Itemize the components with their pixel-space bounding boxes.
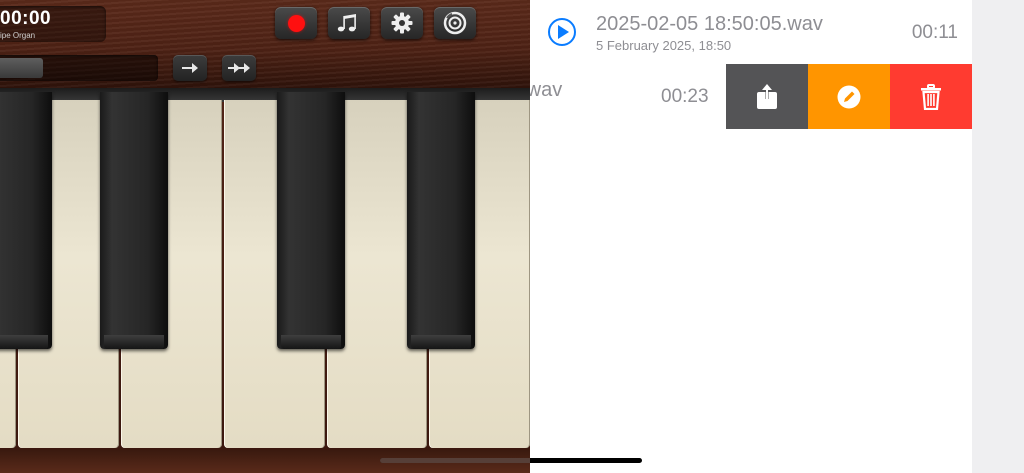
playback-progress-fill	[0, 58, 43, 78]
time-display: 00:00	[0, 8, 52, 29]
fast-forward-button[interactable]	[222, 55, 256, 81]
trash-icon	[921, 83, 941, 110]
recordings-panel: 2025-02-05 18:50:05.wav 5 February 2025,…	[530, 0, 972, 473]
rename-button[interactable]	[808, 64, 890, 129]
black-key[interactable]	[0, 92, 52, 349]
notes-button[interactable]	[328, 7, 370, 39]
recording-duration: 00:11	[911, 22, 958, 43]
instrument-label: ipe Organ	[0, 31, 36, 40]
recording-file-name: 2025-02-05 18:50:05.wav	[596, 13, 823, 35]
share-button[interactable]	[726, 64, 808, 129]
play-button[interactable]	[548, 18, 576, 46]
recording-row[interactable]: 2025-02-05 18:50:05.wav 5 February 2025,…	[530, 0, 972, 64]
delete-button[interactable]	[890, 64, 972, 129]
record-icon	[287, 14, 305, 32]
share-icon	[757, 83, 777, 109]
black-key[interactable]	[407, 92, 475, 349]
arrow-right-icon	[182, 63, 198, 73]
recording-file-name: 4.wav	[530, 79, 563, 101]
home-indicator-overlay	[380, 458, 530, 463]
music-notes-icon	[337, 14, 356, 32]
next-button[interactable]	[173, 55, 207, 81]
settings-button[interactable]	[381, 7, 423, 39]
disc-icon	[443, 11, 467, 35]
piano-app: 00:00 ipe Organ	[0, 0, 530, 473]
recording-date: 5 February 2025, 18:50	[596, 38, 732, 53]
gear-icon	[391, 12, 413, 34]
recording-duration: 00:23	[661, 86, 709, 107]
play-icon	[558, 25, 569, 39]
playback-progress-track[interactable]	[0, 55, 158, 81]
right-gutter	[972, 0, 1024, 473]
record-button[interactable]	[275, 7, 317, 39]
black-key[interactable]	[277, 92, 345, 349]
recordings-button[interactable]	[434, 7, 476, 39]
black-key[interactable]	[100, 92, 168, 349]
pencil-icon	[837, 85, 861, 108]
recording-row-swiped[interactable]: 4.wav 00:23	[530, 64, 972, 129]
double-arrow-right-icon	[228, 63, 250, 73]
